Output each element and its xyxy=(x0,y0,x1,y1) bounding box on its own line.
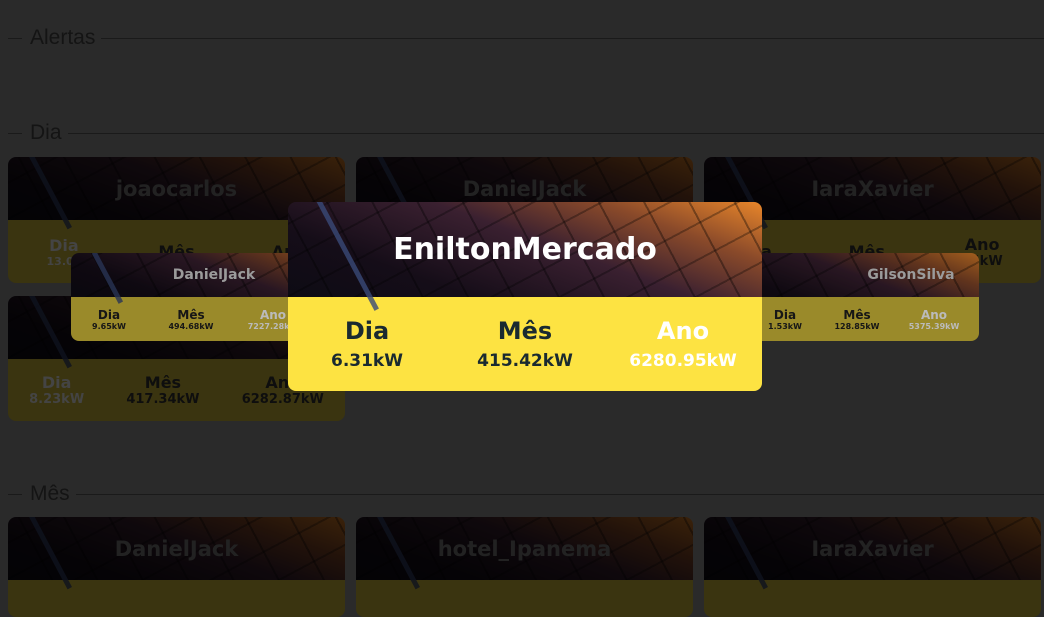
section-mes: Mês xyxy=(8,482,1044,505)
stat-value: 494.68kW xyxy=(168,321,214,331)
stat-value-dia: 6.31kW xyxy=(330,351,403,371)
section-title: Mês xyxy=(30,482,70,505)
plant-name: joaocarlos xyxy=(115,176,238,201)
stat-label-mes: Mês xyxy=(497,317,553,345)
stat-label: Dia xyxy=(49,235,79,255)
stat-label-dia: Dia xyxy=(344,317,390,345)
stat-value: 128.85kW xyxy=(834,321,880,331)
stat-label: Mês xyxy=(843,307,871,322)
stat-value: 8.23kW xyxy=(29,392,85,407)
plant-card[interactable]: DanielJack xyxy=(8,517,345,617)
plant-card[interactable]: hotel_Ipanema xyxy=(356,517,693,617)
plant-card[interactable]: IaraXavier xyxy=(704,517,1041,617)
focused-plant-card[interactable]: EniltonMercado Dia 6.31kW Mês 415.42kW Ano… xyxy=(288,202,762,391)
stat-value: 5375.39kW xyxy=(908,321,960,331)
stat-value-mes: 415.42kW xyxy=(477,351,573,371)
stat-label: Mês xyxy=(177,307,205,322)
plant-name: GilsonSilva xyxy=(867,267,955,283)
section-dia: Dia xyxy=(8,121,1044,144)
stat-label: Ano xyxy=(259,307,287,322)
section-title: Dia xyxy=(30,121,62,144)
stat-label: Dia xyxy=(773,307,797,322)
stat-value: 417.34kW xyxy=(126,392,200,407)
stat-label: Dia xyxy=(97,307,121,322)
stat-label: Ano xyxy=(920,307,948,322)
plant-name: EniltonMercado xyxy=(393,232,657,267)
stat-value: 9.65kW xyxy=(92,321,126,331)
plant-name: IaraXavier xyxy=(811,536,934,561)
stat-label: Mês xyxy=(144,373,182,392)
stat-value-ano: 6280.95kW xyxy=(629,351,737,371)
plant-name: hotel_Ipanema xyxy=(437,536,612,561)
stat-value: 6282.87kW xyxy=(241,392,324,407)
section-title: Alertas xyxy=(30,26,96,49)
plant-name: IaraXavier xyxy=(811,176,934,201)
plant-name: DanielJack xyxy=(114,536,239,561)
section-alertas: Alertas xyxy=(8,26,1044,49)
stat-label-ano: Ano xyxy=(656,317,710,345)
plant-name: DanielJack xyxy=(462,176,587,201)
plant-name: DanielJack xyxy=(172,267,256,283)
stat-label: Dia xyxy=(41,373,72,392)
stat-value: 1.53kW xyxy=(768,321,802,331)
stat-label: Ano xyxy=(964,234,1000,254)
